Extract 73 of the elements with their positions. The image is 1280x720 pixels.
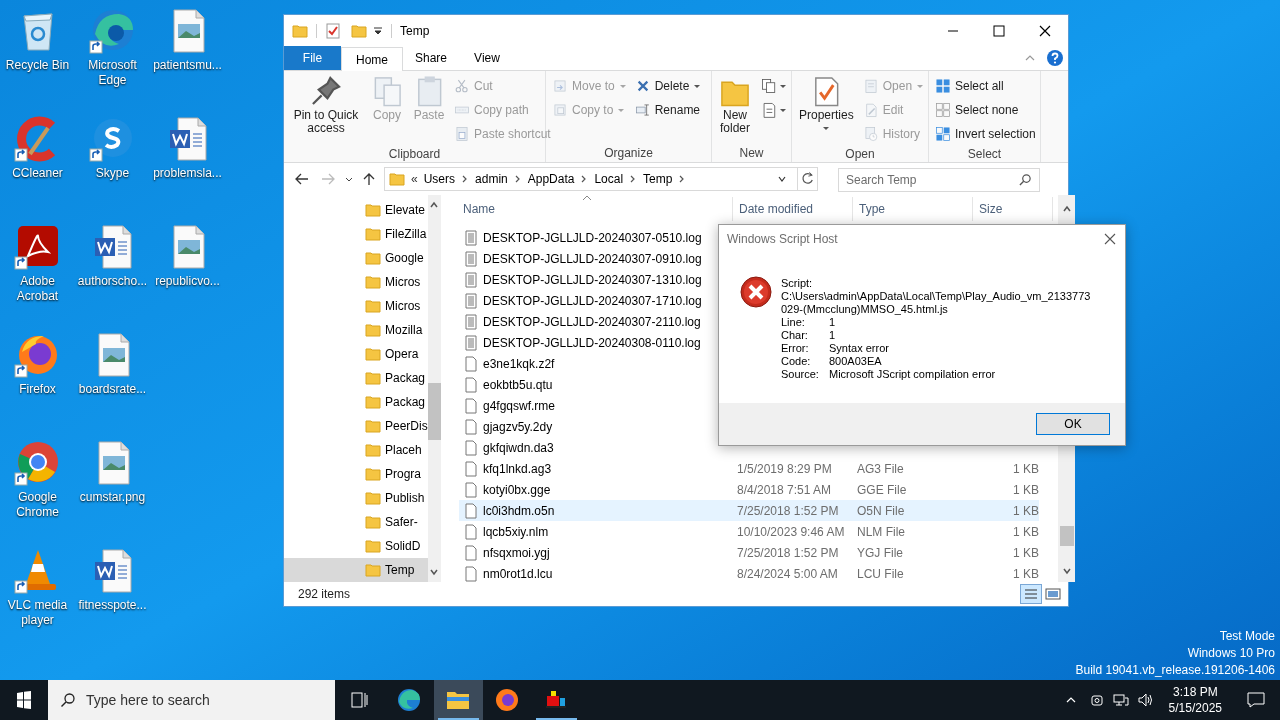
file-name: DESKTOP-JGLLJLD-20240307-1310.log bbox=[483, 271, 703, 289]
file-date: 1/5/2019 8:29 PM bbox=[737, 460, 833, 478]
file-size: 1 KB bbox=[1012, 565, 1039, 583]
file-type: LCU File bbox=[857, 565, 905, 583]
file-type: YGJ File bbox=[857, 544, 904, 562]
file-name: DESKTOP-JGLLJLD-20240307-1710.log bbox=[483, 292, 703, 310]
script-label: Script: bbox=[781, 277, 814, 290]
icon-label: VLC media player bbox=[6, 598, 69, 628]
file-size: 1 KB bbox=[1012, 523, 1039, 541]
file-name: kfq1lnkd.ag3 bbox=[483, 460, 553, 478]
icon-label: republicvo... bbox=[154, 274, 221, 289]
icon-label: problemsla... bbox=[152, 166, 223, 181]
file-size: 1 KB bbox=[1012, 460, 1039, 478]
file-date: 8/4/2018 7:51 AM bbox=[737, 481, 833, 499]
dialog-title: Windows Script Host bbox=[727, 231, 838, 248]
os-notice-text: Test Mode bbox=[1219, 628, 1275, 645]
group-label: Organize bbox=[603, 145, 654, 162]
group-label: Clipboard bbox=[387, 146, 442, 163]
file-type: AG3 File bbox=[857, 460, 905, 478]
file-type: GGE File bbox=[857, 481, 908, 499]
file-name: lc0i3hdm.o5n bbox=[483, 502, 556, 520]
file-name: lqcb5xiy.nlm bbox=[483, 523, 550, 541]
file-name: eokbtb5u.qtu bbox=[483, 376, 554, 394]
field-value: Microsoft JScript compilation error bbox=[829, 368, 996, 381]
icon-label: fitnesspote... bbox=[77, 598, 148, 613]
icon-label: cumstar.png bbox=[78, 490, 147, 505]
field-label: Code: bbox=[781, 355, 812, 368]
file-name: DESKTOP-JGLLJLD-20240307-0910.log bbox=[483, 250, 703, 268]
icon-label: authorscho... bbox=[76, 274, 149, 289]
file-date: 8/24/2024 5:00 AM bbox=[737, 565, 839, 583]
file-name: gjagzv5y.2dy bbox=[483, 418, 554, 436]
file-name: DESKTOP-JGLLJLD-20240308-0110.log bbox=[483, 334, 702, 352]
field-label: Char: bbox=[781, 329, 809, 342]
icon-label: Recycle Bin bbox=[4, 58, 71, 73]
file-type: O5N File bbox=[857, 502, 906, 520]
file-date: 7/25/2018 1:52 PM bbox=[737, 502, 840, 520]
field-value: 800A03EA bbox=[829, 355, 882, 368]
script-path: C:\Users\admin\AppData\Local\Temp\Play_Audio_vm_2133773029-(Mmcclung)MMSO_45.html.js bbox=[781, 290, 1092, 316]
field-label: Line: bbox=[781, 316, 806, 329]
file-name: nm0rot1d.lcu bbox=[483, 565, 554, 583]
os-notice-text: Build 19041.vb_release.191206-1406 bbox=[1075, 662, 1275, 679]
icon-label: boardsrate... bbox=[77, 382, 148, 397]
overflow-chevron: « bbox=[411, 171, 418, 188]
file-name: g4fgqswf.rme bbox=[483, 397, 557, 415]
file-name: nfsqxmoi.ygj bbox=[483, 544, 551, 562]
icon-label: Skype bbox=[94, 166, 131, 181]
item-count: 292 items bbox=[298, 586, 351, 603]
file-date: 10/10/2023 9:46 AM bbox=[737, 523, 846, 541]
file-date: 7/25/2018 1:52 PM bbox=[737, 544, 840, 562]
file-name: gkfqiwdn.da3 bbox=[483, 439, 555, 457]
icon-label: Microsoft Edge bbox=[87, 58, 138, 88]
group-label: Select bbox=[966, 146, 1003, 163]
file-type: NLM File bbox=[857, 523, 906, 541]
icon-label: Adobe Acrobat bbox=[15, 274, 60, 304]
group-label: Open bbox=[844, 146, 876, 163]
window-title: Temp bbox=[400, 23, 430, 40]
icon-label: Google Chrome bbox=[15, 490, 60, 520]
icon-label: CCleaner bbox=[11, 166, 64, 181]
file-name: DESKTOP-JGLLJLD-20240307-2110.log bbox=[483, 313, 702, 331]
file-size: 1 KB bbox=[1012, 502, 1039, 520]
field-value: 1 bbox=[829, 329, 836, 342]
os-notice-text: Windows 10 Pro bbox=[1187, 645, 1275, 662]
field-label: Error: bbox=[781, 342, 810, 355]
file-name: e3ne1kqk.z2f bbox=[483, 355, 556, 373]
field-value: Syntax error bbox=[829, 342, 889, 355]
icon-label: patientsmu... bbox=[152, 58, 223, 73]
icon-label: Firefox bbox=[18, 382, 57, 397]
field-label: Source: bbox=[781, 368, 820, 381]
file-size: 1 KB bbox=[1012, 544, 1039, 562]
file-name: kotyi0bx.gge bbox=[483, 481, 552, 499]
file-size: 1 KB bbox=[1012, 481, 1039, 499]
group-label: New bbox=[738, 145, 765, 162]
field-value: 1 bbox=[829, 316, 836, 329]
